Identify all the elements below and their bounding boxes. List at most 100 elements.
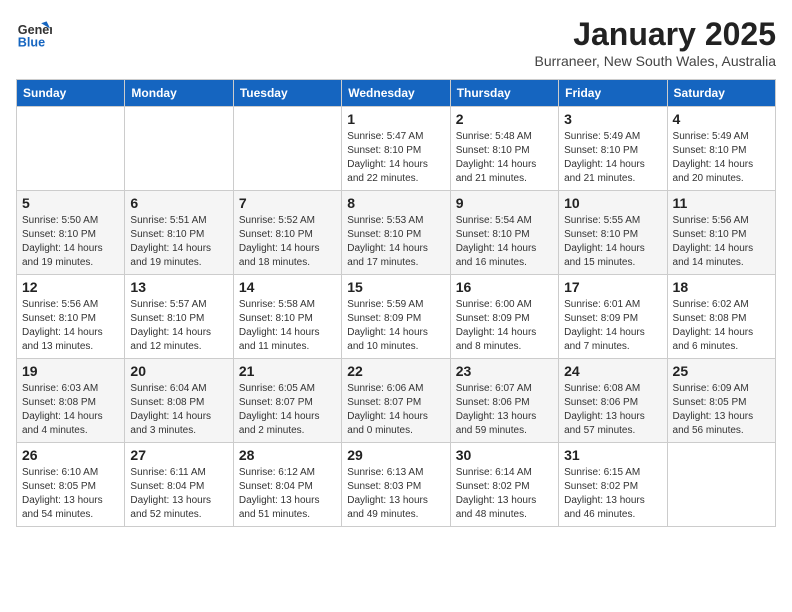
calendar-day-cell: 28 Sunrise: 6:12 AM Sunset: 8:04 PM Dayli… — [233, 443, 341, 527]
day-number: 11 — [673, 195, 770, 211]
day-info: Sunrise: 6:06 AM Sunset: 8:07 PM Dayligh… — [347, 382, 444, 438]
day-number: 15 — [347, 279, 444, 295]
calendar-day-cell — [125, 107, 233, 191]
calendar-day-cell: 19Sunrise: 6:03 AM Sunset: 8:08 PM Dayli… — [17, 359, 125, 443]
calendar-week-row: 19Sunrise: 6:03 AM Sunset: 8:08 PM Dayli… — [17, 359, 776, 443]
day-info: Sunrise: 6:07 AM Sunset: 8:06 PM Dayligh… — [456, 382, 553, 438]
day-info: Sunrise: 6:02 AM Sunset: 8:08 PM Dayligh… — [673, 298, 770, 354]
calendar-day-cell: 14 Sunrise: 5:58 AM Sunset: 8:10 PM Dayli… — [233, 275, 341, 359]
weekday-header-cell: Thursday — [450, 80, 558, 107]
calendar-day-cell: 18 Sunrise: 6:02 AM Sunset: 8:08 PM Dayli… — [667, 275, 775, 359]
calendar-day-cell — [233, 107, 341, 191]
day-info: Sunrise: 6:01 AM Sunset: 8:09 PM Dayligh… — [564, 298, 661, 354]
calendar-day-cell: 5Sunrise: 5:50 AM Sunset: 8:10 PM Daylig… — [17, 191, 125, 275]
day-number: 10 — [564, 195, 661, 211]
calendar-day-cell: 21 Sunrise: 6:05 AM Sunset: 8:07 PM Dayli… — [233, 359, 341, 443]
day-info: Sunrise: 5:48 AM Sunset: 8:10 PM Dayligh… — [456, 130, 553, 186]
calendar-day-cell: 22 Sunrise: 6:06 AM Sunset: 8:07 PM Dayli… — [342, 359, 450, 443]
day-number: 24 — [564, 363, 661, 379]
calendar-day-cell: 11 Sunrise: 5:56 AM Sunset: 8:10 PM Dayli… — [667, 191, 775, 275]
day-number: 18 — [673, 279, 770, 295]
calendar-day-cell: 16Sunrise: 6:00 AM Sunset: 8:09 PM Dayli… — [450, 275, 558, 359]
day-number: 25 — [673, 363, 770, 379]
day-info: Sunrise: 6:08 AM Sunset: 8:06 PM Dayligh… — [564, 382, 661, 438]
weekday-header-cell: Tuesday — [233, 80, 341, 107]
day-info: Sunrise: 6:10 AM Sunset: 8:05 PM Dayligh… — [22, 466, 119, 522]
weekday-header-cell: Sunday — [17, 80, 125, 107]
day-info: Sunrise: 5:58 AM Sunset: 8:10 PM Dayligh… — [239, 298, 336, 354]
day-number: 30 — [456, 447, 553, 463]
weekday-header-row: SundayMondayTuesdayWednesdayThursdayFrid… — [17, 80, 776, 107]
day-number: 26 — [22, 447, 119, 463]
title-block: January 2025 Burraneer, New South Wales,… — [535, 16, 777, 69]
day-info: Sunrise: 5:59 AM Sunset: 8:09 PM Dayligh… — [347, 298, 444, 354]
day-info: Sunrise: 5:55 AM Sunset: 8:10 PM Dayligh… — [564, 214, 661, 270]
location-title: Burraneer, New South Wales, Australia — [535, 53, 777, 69]
svg-text:Blue: Blue — [18, 36, 45, 50]
calendar-week-row: 26 Sunrise: 6:10 AM Sunset: 8:05 PM Dayli… — [17, 443, 776, 527]
day-info: Sunrise: 6:09 AM Sunset: 8:05 PM Dayligh… — [673, 382, 770, 438]
day-info: Sunrise: 6:05 AM Sunset: 8:07 PM Dayligh… — [239, 382, 336, 438]
day-info: Sunrise: 5:51 AM Sunset: 8:10 PM Dayligh… — [130, 214, 227, 270]
page-header: General Blue January 2025 Burraneer, New… — [16, 16, 776, 69]
weekday-header-cell: Wednesday — [342, 80, 450, 107]
day-number: 5 — [22, 195, 119, 211]
day-number: 14 — [239, 279, 336, 295]
day-number: 31 — [564, 447, 661, 463]
calendar-day-cell: 20Sunrise: 6:04 AM Sunset: 8:08 PM Dayli… — [125, 359, 233, 443]
day-info: Sunrise: 5:53 AM Sunset: 8:10 PM Dayligh… — [347, 214, 444, 270]
calendar-day-cell: 26 Sunrise: 6:10 AM Sunset: 8:05 PM Dayli… — [17, 443, 125, 527]
day-info: Sunrise: 6:15 AM Sunset: 8:02 PM Dayligh… — [564, 466, 661, 522]
weekday-header-cell: Friday — [559, 80, 667, 107]
calendar-day-cell: 8 Sunrise: 5:53 AM Sunset: 8:10 PM Daylig… — [342, 191, 450, 275]
day-info: Sunrise: 6:12 AM Sunset: 8:04 PM Dayligh… — [239, 466, 336, 522]
day-info: Sunrise: 5:56 AM Sunset: 8:10 PM Dayligh… — [22, 298, 119, 354]
logo: General Blue — [16, 16, 52, 52]
day-number: 29 — [347, 447, 444, 463]
calendar-day-cell: 25 Sunrise: 6:09 AM Sunset: 8:05 PM Dayli… — [667, 359, 775, 443]
calendar-day-cell: 7 Sunrise: 5:52 AM Sunset: 8:10 PM Daylig… — [233, 191, 341, 275]
day-number: 1 — [347, 111, 444, 127]
day-info: Sunrise: 5:52 AM Sunset: 8:10 PM Dayligh… — [239, 214, 336, 270]
day-info: Sunrise: 6:14 AM Sunset: 8:02 PM Dayligh… — [456, 466, 553, 522]
weekday-header-cell: Saturday — [667, 80, 775, 107]
day-number: 22 — [347, 363, 444, 379]
calendar-week-row: 12 Sunrise: 5:56 AM Sunset: 8:10 PM Dayli… — [17, 275, 776, 359]
calendar-day-cell: 1Sunrise: 5:47 AM Sunset: 8:10 PM Daylig… — [342, 107, 450, 191]
day-number: 13 — [130, 279, 227, 295]
day-info: Sunrise: 5:56 AM Sunset: 8:10 PM Dayligh… — [673, 214, 770, 270]
day-number: 4 — [673, 111, 770, 127]
day-number: 9 — [456, 195, 553, 211]
day-number: 21 — [239, 363, 336, 379]
weekday-header-cell: Monday — [125, 80, 233, 107]
day-number: 23 — [456, 363, 553, 379]
calendar-body: 1Sunrise: 5:47 AM Sunset: 8:10 PM Daylig… — [17, 107, 776, 527]
calendar-day-cell: 23 Sunrise: 6:07 AM Sunset: 8:06 PM Dayli… — [450, 359, 558, 443]
calendar-day-cell: 13 Sunrise: 5:57 AM Sunset: 8:10 PM Dayli… — [125, 275, 233, 359]
month-title: January 2025 — [535, 16, 777, 53]
calendar-day-cell: 12 Sunrise: 5:56 AM Sunset: 8:10 PM Dayli… — [17, 275, 125, 359]
calendar-day-cell: 10 Sunrise: 5:55 AM Sunset: 8:10 PM Dayli… — [559, 191, 667, 275]
day-info: Sunrise: 6:13 AM Sunset: 8:03 PM Dayligh… — [347, 466, 444, 522]
calendar-day-cell: 3 Sunrise: 5:49 AM Sunset: 8:10 PM Daylig… — [559, 107, 667, 191]
calendar-day-cell: 9Sunrise: 5:54 AM Sunset: 8:10 PM Daylig… — [450, 191, 558, 275]
day-number: 12 — [22, 279, 119, 295]
calendar-week-row: 5Sunrise: 5:50 AM Sunset: 8:10 PM Daylig… — [17, 191, 776, 275]
day-number: 8 — [347, 195, 444, 211]
day-info: Sunrise: 5:49 AM Sunset: 8:10 PM Dayligh… — [564, 130, 661, 186]
day-info: Sunrise: 5:57 AM Sunset: 8:10 PM Dayligh… — [130, 298, 227, 354]
calendar-day-cell: 15 Sunrise: 5:59 AM Sunset: 8:09 PM Dayli… — [342, 275, 450, 359]
day-number: 28 — [239, 447, 336, 463]
calendar-day-cell: 17 Sunrise: 6:01 AM Sunset: 8:09 PM Dayli… — [559, 275, 667, 359]
day-info: Sunrise: 6:00 AM Sunset: 8:09 PM Dayligh… — [456, 298, 553, 354]
day-number: 7 — [239, 195, 336, 211]
day-info: Sunrise: 6:11 AM Sunset: 8:04 PM Dayligh… — [130, 466, 227, 522]
calendar-day-cell: 29 Sunrise: 6:13 AM Sunset: 8:03 PM Dayli… — [342, 443, 450, 527]
calendar-day-cell: 24 Sunrise: 6:08 AM Sunset: 8:06 PM Dayli… — [559, 359, 667, 443]
calendar-table: SundayMondayTuesdayWednesdayThursdayFrid… — [16, 79, 776, 527]
calendar-day-cell — [17, 107, 125, 191]
calendar-day-cell — [667, 443, 775, 527]
day-number: 17 — [564, 279, 661, 295]
calendar-week-row: 1Sunrise: 5:47 AM Sunset: 8:10 PM Daylig… — [17, 107, 776, 191]
day-number: 3 — [564, 111, 661, 127]
